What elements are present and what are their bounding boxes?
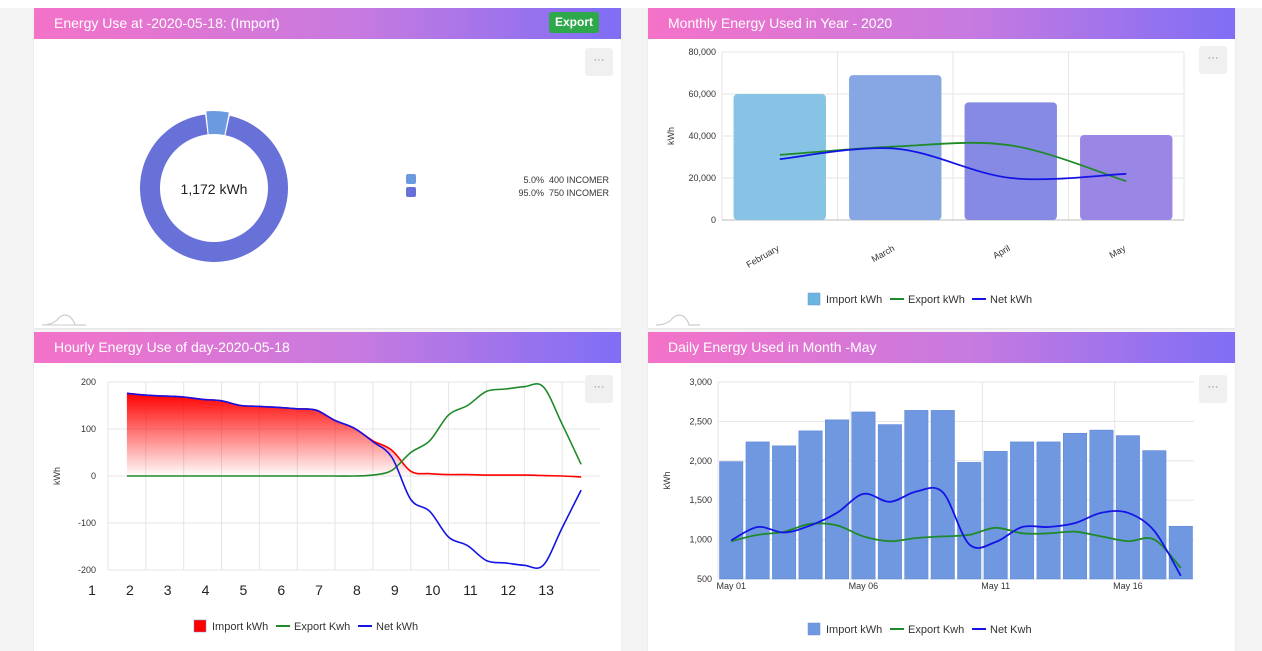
y-axis-label: kWh	[662, 472, 672, 490]
chart-menu-button[interactable]: ···	[1199, 375, 1227, 403]
y-tick-label: 2,000	[689, 456, 712, 466]
bar-may-15	[1089, 429, 1114, 580]
legend-swatch-400	[406, 174, 416, 184]
panel-energy-use-donut: Energy Use at -2020-05-18: (Import) Expo…	[34, 8, 621, 328]
y-tick-label: 20,000	[688, 173, 716, 183]
chart-menu-button[interactable]: ···	[585, 375, 613, 403]
monthly-bar-chart: 0 20,000 40,000 60,000 80,000 kWh February Marc…	[655, 47, 1185, 326]
y-tick-label: 0	[711, 215, 716, 225]
chart-legend: Import kWh Export kWh Net kWh	[807, 292, 1032, 306]
donut-chart: 1,172 kWh 5.0% 400 INCOMER 95.0% 750 INC…	[41, 111, 610, 326]
bar-may-17	[1142, 450, 1167, 580]
legend-export-label: Export Kwh	[908, 624, 964, 636]
chart-menu-button[interactable]: ···	[585, 48, 613, 76]
x-tick-label: February	[745, 243, 782, 270]
legend-export-label: Export Kwh	[294, 621, 350, 633]
bar-april	[964, 102, 1057, 220]
x-tick-label: March	[870, 243, 897, 264]
chart-legend: Import kWh Export Kwh Net kWh	[193, 619, 418, 633]
bar-may-10	[957, 462, 982, 580]
legend-swatch-750	[406, 187, 416, 197]
legend-import-swatch	[807, 292, 821, 306]
panel-monthly-energy: Monthly Energy Used in Year - 2020 0 20,0…	[648, 8, 1235, 328]
bar-may-11	[983, 451, 1008, 580]
legend-net-label: Net Kwh	[990, 624, 1032, 636]
x-tick-label: 6	[277, 582, 285, 598]
y-tick-label: -200	[78, 565, 96, 575]
bar-may-02	[745, 441, 770, 580]
x-tick-label: 9	[391, 582, 399, 598]
legend-name-400: 400 INCOMER	[549, 175, 610, 185]
icon-curve	[655, 314, 700, 326]
bar-may-03	[772, 445, 797, 580]
y-axis-label: kWh	[666, 127, 676, 145]
chart-legend: Import kWh Export Kwh Net Kwh	[807, 622, 1032, 636]
x-tick-label: May 16	[1113, 581, 1143, 591]
bar-may-04	[798, 430, 823, 580]
bar-may-14	[1063, 432, 1087, 580]
x-tick-label: April	[991, 243, 1012, 261]
bar-may-16	[1115, 435, 1140, 580]
legend-import-label: Import kWh	[826, 294, 882, 306]
legend-import-label: Import kWh	[826, 624, 882, 636]
panel-daily-energy: Daily Energy Used in Month -May 500 1,000…	[648, 332, 1235, 651]
x-tick-label: 11	[463, 582, 478, 598]
x-tick-label: 10	[425, 582, 441, 598]
bar-may-09	[930, 410, 955, 580]
x-tick-label: 1	[88, 582, 96, 598]
chart-menu-button[interactable]: ···	[1199, 46, 1227, 74]
legend-import-label: Import kWh	[212, 621, 268, 633]
legend-pct-400: 5.0%	[523, 175, 544, 185]
x-tick-label: 12	[501, 582, 517, 598]
legend-net-label: Net kWh	[376, 621, 418, 633]
x-tick-label: 8	[353, 582, 361, 598]
legend-net-label: Net kWh	[990, 294, 1032, 306]
bar-may-18	[1168, 525, 1193, 580]
panel-hourly-energy: Hourly Energy Use of day-2020-05-18 -200…	[34, 332, 621, 651]
legend-import-swatch	[193, 619, 207, 633]
y-tick-label: 1,000	[689, 535, 712, 545]
y-tick-label: -100	[78, 518, 96, 528]
x-tick-label: May 06	[849, 581, 879, 591]
x-tick-label: May 11	[981, 581, 1010, 591]
bar-may-13	[1036, 441, 1061, 580]
legend-name-750: 750 INCOMER	[549, 188, 610, 198]
daily-bar-chart: 500 1,000 1,500 2,000 2,500 3,000 May 01 May 06…	[662, 377, 1194, 636]
area-import-kwh	[126, 393, 582, 477]
y-tick-label: 0	[91, 471, 96, 481]
x-tick-label: May	[1108, 243, 1128, 260]
hourly-area-chart: -200-10001002001 2 3 4 5 6 7 8 9 10 11 12 13kWhImpor…	[52, 377, 600, 633]
x-tick-label: 13	[538, 582, 554, 598]
y-tick-label: 1,500	[689, 495, 712, 505]
y-tick-label: 200	[81, 377, 96, 387]
y-axis-label: kWh	[52, 467, 62, 485]
bar-may-01	[719, 461, 744, 580]
x-tick-label: 5	[239, 582, 247, 598]
x-tick-label: 3	[164, 582, 172, 598]
y-tick-label: 80,000	[688, 47, 716, 57]
donut-center-label: 1,172 kWh	[181, 181, 248, 197]
legend-export-label: Export kWh	[908, 294, 965, 306]
y-tick-label: 40,000	[688, 131, 716, 141]
chart-type-icon[interactable]	[41, 314, 86, 326]
bar-may-12	[1010, 441, 1035, 580]
legend-import-swatch	[807, 622, 821, 636]
x-tick-label: May 01	[716, 581, 746, 591]
chart-type-icon[interactable]	[655, 314, 700, 326]
legend-pct-750: 95.0%	[518, 188, 544, 198]
x-tick-label: 2	[126, 582, 134, 598]
y-tick-label: 100	[81, 424, 96, 434]
donut-slice-400-incomer	[206, 111, 229, 136]
donut-legend: 5.0% 400 INCOMER 95.0% 750 INCOMER	[406, 174, 610, 198]
y-tick-label: 3,000	[689, 377, 712, 387]
top-strip	[0, 0, 1262, 8]
y-tick-label: 500	[697, 574, 712, 584]
bar-may	[1080, 134, 1173, 220]
x-tick-label: 7	[315, 582, 323, 598]
y-tick-label: 2,500	[689, 416, 712, 426]
y-tick-label: 60,000	[688, 89, 716, 99]
bar-february	[733, 94, 826, 220]
x-tick-label: 4	[202, 582, 210, 598]
bar-may-05	[825, 419, 849, 580]
